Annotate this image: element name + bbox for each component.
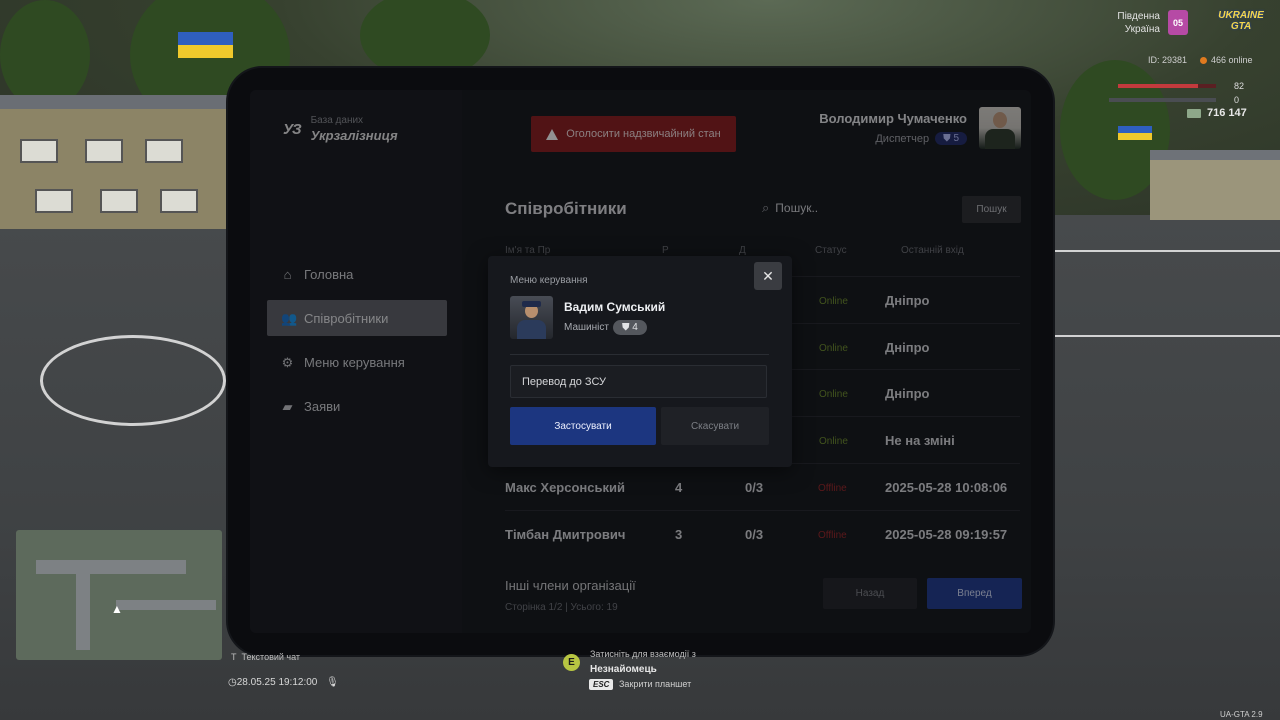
avatar <box>510 296 553 339</box>
player-id: ID: 29381 <box>1148 55 1188 65</box>
minimap: ▲ <box>16 530 222 660</box>
game-clock: ◷28.05.25 19:12:00 🎙 <box>228 677 339 688</box>
datetime: 28.05.25 19:12:00 <box>236 677 318 688</box>
money-icon <box>1187 108 1201 118</box>
employee-level: 4 <box>632 322 638 333</box>
armor-value: 0 <box>1234 95 1240 105</box>
employee-role-line: Машиніст ⛊ 4 <box>564 320 647 335</box>
background-building <box>0 95 230 229</box>
player-marker-icon: ▲ <box>111 602 123 616</box>
interact-key: E <box>563 654 580 671</box>
chat-key: T <box>231 652 237 662</box>
armor-bar <box>1109 98 1216 102</box>
reason-input[interactable]: Перевод до ЗСУ <box>510 365 767 398</box>
esc-key: ESC <box>589 679 614 690</box>
microphone-icon: 🎙 <box>326 677 339 688</box>
server-name: Південна Україна <box>1100 10 1160 36</box>
money-display: 716 147 <box>1187 107 1247 119</box>
employee-role: Машиніст <box>564 322 609 333</box>
close-icon: ✕ <box>762 267 774 284</box>
text-chat-hint: T Текстовий чат <box>231 652 300 662</box>
court-line <box>40 335 226 426</box>
apply-button[interactable]: Застосувати <box>510 407 656 445</box>
tree <box>0 0 90 110</box>
cancel-button[interactable]: Скасувати <box>661 407 769 445</box>
court-line <box>1055 335 1280 337</box>
close-button[interactable]: ✕ <box>754 262 782 290</box>
health-bar-fill <box>1118 84 1199 88</box>
server-name-line2: Україна <box>1124 24 1160 35</box>
esc-hint: Закрити планшет <box>619 679 692 689</box>
control-menu-modal: Меню керування ✕ Вадим Сумський Машиніст… <box>488 256 792 467</box>
logo-line2: GTA <box>1230 21 1252 32</box>
interact-text: Затисніть для взаємодії з <box>590 649 696 659</box>
chat-label: Текстовий чат <box>241 652 301 662</box>
money-value: 716 147 <box>1207 107 1247 119</box>
online-counter: 466 online <box>1200 55 1253 65</box>
divider <box>510 354 769 355</box>
online-count-text: 466 online <box>1211 55 1253 65</box>
health-value: 82 <box>1234 81 1245 91</box>
logo-line1: UKRAINE <box>1218 10 1264 21</box>
clock-icon: ◷ <box>228 677 237 688</box>
flag <box>1118 126 1152 140</box>
flag <box>178 32 233 58</box>
online-dot-icon <box>1200 56 1207 64</box>
background-building <box>1150 150 1280 220</box>
server-badge: 05 <box>1168 10 1188 35</box>
employee-name: Вадим Сумський <box>564 300 666 314</box>
interact-target: Незнайомець <box>590 664 657 675</box>
ukraine-gta-logo: UKRAINE GTA <box>1213 10 1269 38</box>
server-name-line1: Південна <box>1117 11 1160 22</box>
court-line <box>1055 250 1280 252</box>
employee-level-badge: ⛊ 4 <box>612 320 647 335</box>
health-bar <box>1118 84 1216 88</box>
modal-title: Меню керування <box>510 275 588 286</box>
version-label: UA-GTA 2.9 <box>1220 710 1263 719</box>
